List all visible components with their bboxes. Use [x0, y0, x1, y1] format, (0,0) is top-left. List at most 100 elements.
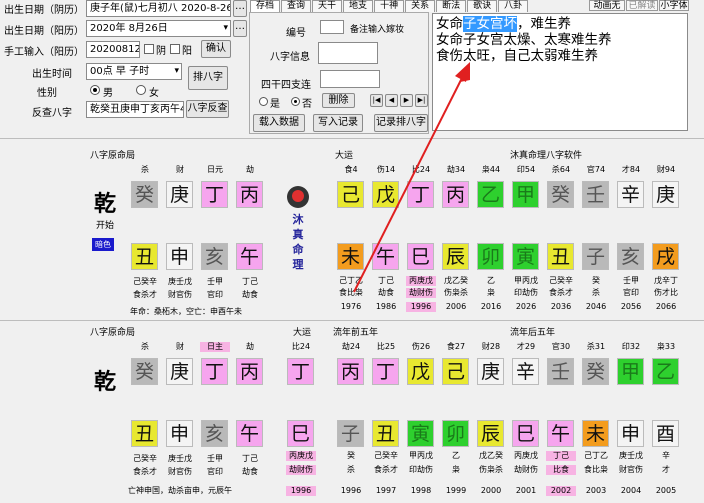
text-line2: 女命子女宫太燥、太寒难生养	[436, 32, 612, 48]
chevron-down-icon: ▾	[174, 66, 179, 76]
no-radio[interactable]	[291, 97, 300, 106]
tab-branches[interactable]: 地支	[343, 0, 374, 12]
calendar-dropdown-icon[interactable]: ▾	[223, 21, 228, 36]
earthly-branch-cell: 亥	[201, 420, 228, 447]
female-label: 女	[149, 88, 159, 99]
liunian-year: 2000	[480, 486, 502, 495]
dayun-hidden-text: 戊乙癸	[444, 276, 468, 285]
liunian-branch-cell: 未	[582, 420, 609, 447]
male-radio[interactable]	[90, 85, 100, 95]
dayun-hidden-gods: 食杀才	[549, 288, 573, 297]
liunian-god-label: 枭33	[656, 342, 676, 351]
reverse-search-button[interactable]: 八字反查	[186, 100, 229, 118]
heavenly-stem-cell: 丁	[201, 358, 228, 385]
solar-date-field[interactable]: 2020年 8月26日 ▾	[86, 20, 231, 37]
liunian-branch-cell: 酉	[652, 420, 679, 447]
dayun-hidden-text: 癸	[592, 276, 600, 285]
yes-label: 是	[270, 99, 280, 110]
liunian-branch-cell: 巳	[512, 420, 539, 447]
birth-time-select[interactable]: 00点 早 子时 ▾	[86, 63, 182, 80]
qian-label: 乾	[94, 369, 117, 395]
tab-ten-gods[interactable]: 十神	[374, 0, 405, 12]
dayun-year: 2056	[620, 302, 642, 311]
tab-archive[interactable]: 存档	[250, 0, 281, 12]
dayun-hidden-text: 甲丙戊	[514, 276, 538, 285]
text-line1a: 女命	[436, 16, 463, 32]
liunian-god-label: 比25	[376, 342, 396, 351]
confirm-button[interactable]: 确认	[201, 40, 231, 58]
tab-methods[interactable]: 断法	[436, 0, 467, 12]
upper-title: 八字原命局	[90, 151, 136, 161]
dayun-hidden-text: 丁己	[378, 276, 394, 285]
liunian-god-label: 杀31	[586, 342, 606, 351]
lunar-checkbox[interactable]	[144, 44, 154, 54]
solar-checkbox-label: 阳	[182, 46, 192, 57]
last-record-icon[interactable]: ▶|	[415, 94, 428, 107]
delete-button[interactable]: 删除	[322, 93, 355, 108]
load-data-button[interactable]: 载入数据	[253, 114, 305, 132]
ten-god-label: 劫	[246, 342, 254, 351]
solar-checkbox[interactable]	[170, 44, 180, 54]
animation-toggle[interactable]: 动画无	[589, 0, 625, 11]
num-input[interactable]	[320, 20, 344, 34]
dayun-hidden-text: 丙庚戊	[286, 451, 316, 461]
yes-radio[interactable]	[259, 97, 268, 106]
tab-stems[interactable]: 天干	[312, 0, 343, 12]
reverse-bazi-input[interactable]: 乾癸丑庚申丁亥丙午4	[86, 101, 184, 118]
next-record-icon[interactable]: ▶	[400, 94, 413, 107]
gender-label: 性别	[37, 88, 57, 99]
dayun-stem-cell: 丙	[442, 181, 469, 208]
dayun-hidden-text: 戊辛丁	[654, 276, 678, 285]
hidden-gods-text: 财官伤	[168, 290, 192, 299]
liunian-hidden-text: 丙庚戊	[514, 451, 538, 460]
sizhu-label: 四干四支连	[261, 80, 311, 91]
solar-date-value: 2020年 8月26日	[90, 23, 168, 34]
ten-god-label: 劫	[246, 165, 254, 174]
qian-label: 乾	[94, 191, 117, 217]
dayun-hidden-text: 己癸辛	[549, 276, 573, 285]
liunian-year: 2002	[546, 486, 576, 496]
tab-query[interactable]: 查询	[281, 0, 312, 12]
dayun-god-label: 杀64	[551, 165, 571, 174]
interpreted-toggle[interactable]: 已解读	[626, 0, 658, 11]
small-font-toggle[interactable]: 小字体	[659, 0, 689, 11]
female-radio[interactable]	[136, 85, 146, 95]
dayun-stem-cell: 庚	[652, 181, 679, 208]
paipan-button[interactable]: 排八字	[188, 66, 228, 90]
lunar-date-field[interactable]: 庚子年(鼠)七月初八 2020-8-26	[86, 0, 231, 17]
tab-bar: 存档 查询 天干 地支 十神 关系 断法 歌诀 八卦	[250, 0, 529, 12]
dayun-hidden-gods: 枭	[487, 288, 495, 297]
prev-record-icon[interactable]: ◀	[385, 94, 398, 107]
tab-verses[interactable]: 歌诀	[467, 0, 498, 12]
sizhu-input[interactable]	[320, 70, 380, 88]
dayun-branch-cell: 丑	[547, 243, 574, 270]
dayun-year: 2046	[585, 302, 607, 311]
time-label: 出生时间	[32, 69, 72, 80]
birth-time-value: 00点 早 子时	[90, 66, 150, 77]
tab-bagua[interactable]: 八卦	[498, 0, 529, 12]
liunian-hidden-text: 辛	[662, 451, 670, 460]
hidden-gods-text: 劫食	[242, 290, 258, 299]
liunian-hidden-gods: 才	[662, 465, 670, 474]
color-mode-badge[interactable]: 暗色	[92, 238, 114, 251]
date1-label: 出生日期（阴历）	[4, 5, 84, 16]
earthly-branch-cell: 丑	[131, 420, 158, 447]
first-record-icon[interactable]: |◀	[370, 94, 383, 107]
ten-god-label: 杀	[141, 342, 149, 351]
dayun-hidden-gods: 劫食	[378, 288, 394, 297]
liunian-hidden-text: 庚壬戊	[619, 451, 643, 460]
info-input[interactable]	[318, 42, 378, 64]
manual-date-input[interactable]: 20200812	[86, 41, 140, 58]
dayun-hidden-text: 己丁乙	[339, 276, 363, 285]
hidden-stems-text: 庚壬戊	[168, 454, 192, 463]
liunian-hidden-gods: 食比枭	[584, 465, 608, 474]
tab-relations[interactable]: 关系	[405, 0, 436, 12]
dayun-god-label: 伤14	[376, 165, 396, 174]
hidden-gods-text: 食杀才	[133, 467, 157, 476]
solar-date-more-button[interactable]: …	[233, 20, 247, 37]
write-record-button[interactable]: 写入记录	[313, 114, 363, 132]
liunian-hidden-gods: 比食	[546, 465, 576, 475]
record-paipan-button[interactable]: 记录排八字	[374, 114, 428, 132]
lunar-date-more-button[interactable]: …	[233, 0, 247, 17]
interpretation-textbox[interactable]: 女命子女宫坏，难生养 女命子女宫太燥、太寒难生养 食伤太旺，自己太弱难生养	[432, 13, 688, 131]
